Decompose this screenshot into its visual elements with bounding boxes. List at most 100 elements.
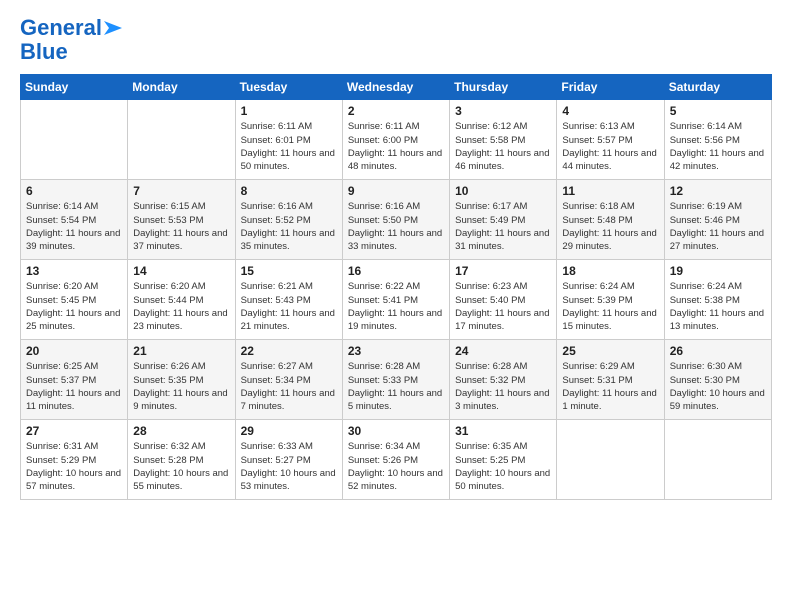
cell-content: Sunrise: 6:27 AM Sunset: 5:34 PM Dayligh… [241,360,337,413]
day-number: 17 [455,264,551,278]
week-row-2: 13 Sunrise: 6:20 AM Sunset: 5:45 PM Dayli… [21,260,772,340]
day-number: 15 [241,264,337,278]
calendar-cell: 2 Sunrise: 6:11 AM Sunset: 6:00 PM Daylig… [342,100,449,180]
cell-content: Sunrise: 6:15 AM Sunset: 5:53 PM Dayligh… [133,200,229,253]
cell-content: Sunrise: 6:20 AM Sunset: 5:44 PM Dayligh… [133,280,229,333]
cell-content: Sunrise: 6:32 AM Sunset: 5:28 PM Dayligh… [133,440,229,493]
day-number: 22 [241,344,337,358]
day-number: 3 [455,104,551,118]
day-number: 5 [670,104,766,118]
calendar-cell: 17Sunrise: 6:23 AM Sunset: 5:40 PM Dayli… [450,260,557,340]
day-number: 7 [133,184,229,198]
day-number: 20 [26,344,122,358]
calendar-cell: 14 Sunrise: 6:20 AM Sunset: 5:44 PM Dayli… [128,260,235,340]
calendar-cell: 3 Sunrise: 6:12 AM Sunset: 5:58 PM Daylig… [450,100,557,180]
day-number: 4 [562,104,658,118]
cell-content: Sunrise: 6:13 AM Sunset: 5:57 PM Dayligh… [562,120,658,173]
day-header-sunday: Sunday [21,75,128,100]
calendar-cell [664,420,771,500]
day-header-thursday: Thursday [450,75,557,100]
day-number: 29 [241,424,337,438]
day-number: 21 [133,344,229,358]
calendar-cell: 5 Sunrise: 6:14 AM Sunset: 5:56 PM Daylig… [664,100,771,180]
calendar-cell: 23 Sunrise: 6:28 AM Sunset: 5:33 PM Dayli… [342,340,449,420]
week-row-1: 6 Sunrise: 6:14 AM Sunset: 5:54 PM Daylig… [21,180,772,260]
day-number: 18 [562,264,658,278]
week-row-4: 27Sunrise: 6:31 AM Sunset: 5:29 PM Dayli… [21,420,772,500]
calendar-cell: 16Sunrise: 6:22 AM Sunset: 5:41 PM Dayli… [342,260,449,340]
calendar-cell: 7 Sunrise: 6:15 AM Sunset: 5:53 PM Daylig… [128,180,235,260]
day-number: 14 [133,264,229,278]
day-number: 23 [348,344,444,358]
day-number: 11 [562,184,658,198]
day-header-friday: Friday [557,75,664,100]
calendar-cell [21,100,128,180]
day-header-monday: Monday [128,75,235,100]
cell-content: Sunrise: 6:12 AM Sunset: 5:58 PM Dayligh… [455,120,551,173]
day-number: 10 [455,184,551,198]
week-row-3: 20 Sunrise: 6:25 AM Sunset: 5:37 PM Dayli… [21,340,772,420]
cell-content: Sunrise: 6:17 AM Sunset: 5:49 PM Dayligh… [455,200,551,253]
calendar-cell: 8 Sunrise: 6:16 AM Sunset: 5:52 PM Daylig… [235,180,342,260]
calendar-cell [128,100,235,180]
cell-content: Sunrise: 6:21 AM Sunset: 5:43 PM Dayligh… [241,280,337,333]
calendar-cell: 31 Sunrise: 6:35 AM Sunset: 5:25 PM Dayli… [450,420,557,500]
cell-content: Sunrise: 6:33 AM Sunset: 5:27 PM Dayligh… [241,440,337,493]
calendar-cell: 6 Sunrise: 6:14 AM Sunset: 5:54 PM Daylig… [21,180,128,260]
cell-content: Sunrise: 6:29 AM Sunset: 5:31 PM Dayligh… [562,360,658,413]
day-number: 31 [455,424,551,438]
page: General Blue SundayMondayTuesdayWednesda… [0,0,792,612]
calendar-cell: 25 Sunrise: 6:29 AM Sunset: 5:31 PM Dayli… [557,340,664,420]
calendar-cell: 30 Sunrise: 6:34 AM Sunset: 5:26 PM Dayli… [342,420,449,500]
week-row-0: 1 Sunrise: 6:11 AM Sunset: 6:01 PM Daylig… [21,100,772,180]
day-number: 2 [348,104,444,118]
cell-content: Sunrise: 6:24 AM Sunset: 5:39 PM Dayligh… [562,280,658,333]
calendar-cell: 22 Sunrise: 6:27 AM Sunset: 5:34 PM Dayli… [235,340,342,420]
cell-content: Sunrise: 6:30 AM Sunset: 5:30 PM Dayligh… [670,360,766,413]
calendar-cell: 13 Sunrise: 6:20 AM Sunset: 5:45 PM Dayli… [21,260,128,340]
day-number: 12 [670,184,766,198]
cell-content: Sunrise: 6:11 AM Sunset: 6:00 PM Dayligh… [348,120,444,173]
header: General Blue [20,16,772,64]
cell-content: Sunrise: 6:35 AM Sunset: 5:25 PM Dayligh… [455,440,551,493]
calendar-cell: 19 Sunrise: 6:24 AM Sunset: 5:38 PM Dayli… [664,260,771,340]
day-number: 19 [670,264,766,278]
logo-blue-text: Blue [20,40,68,64]
day-number: 6 [26,184,122,198]
calendar-cell: 27Sunrise: 6:31 AM Sunset: 5:29 PM Dayli… [21,420,128,500]
cell-content: Sunrise: 6:26 AM Sunset: 5:35 PM Dayligh… [133,360,229,413]
day-header-tuesday: Tuesday [235,75,342,100]
cell-content: Sunrise: 6:16 AM Sunset: 5:52 PM Dayligh… [241,200,337,253]
cell-content: Sunrise: 6:16 AM Sunset: 5:50 PM Dayligh… [348,200,444,253]
cell-content: Sunrise: 6:25 AM Sunset: 5:37 PM Dayligh… [26,360,122,413]
calendar-cell: 11 Sunrise: 6:18 AM Sunset: 5:48 PM Dayli… [557,180,664,260]
day-number: 25 [562,344,658,358]
cell-content: Sunrise: 6:14 AM Sunset: 5:54 PM Dayligh… [26,200,122,253]
day-number: 13 [26,264,122,278]
cell-content: Sunrise: 6:14 AM Sunset: 5:56 PM Dayligh… [670,120,766,173]
calendar-cell: 26Sunrise: 6:30 AM Sunset: 5:30 PM Dayli… [664,340,771,420]
calendar-cell: 4 Sunrise: 6:13 AM Sunset: 5:57 PM Daylig… [557,100,664,180]
cell-content: Sunrise: 6:22 AM Sunset: 5:41 PM Dayligh… [348,280,444,333]
cell-content: Sunrise: 6:24 AM Sunset: 5:38 PM Dayligh… [670,280,766,333]
day-number: 1 [241,104,337,118]
calendar-cell: 28 Sunrise: 6:32 AM Sunset: 5:28 PM Dayli… [128,420,235,500]
cell-content: Sunrise: 6:28 AM Sunset: 5:32 PM Dayligh… [455,360,551,413]
cell-content: Sunrise: 6:18 AM Sunset: 5:48 PM Dayligh… [562,200,658,253]
cell-content: Sunrise: 6:34 AM Sunset: 5:26 PM Dayligh… [348,440,444,493]
day-number: 28 [133,424,229,438]
header-row: SundayMondayTuesdayWednesdayThursdayFrid… [21,75,772,100]
day-number: 30 [348,424,444,438]
calendar-cell: 24Sunrise: 6:28 AM Sunset: 5:32 PM Dayli… [450,340,557,420]
calendar-cell: 21 Sunrise: 6:26 AM Sunset: 5:35 PM Dayli… [128,340,235,420]
cell-content: Sunrise: 6:20 AM Sunset: 5:45 PM Dayligh… [26,280,122,333]
cell-content: Sunrise: 6:28 AM Sunset: 5:33 PM Dayligh… [348,360,444,413]
calendar-table: SundayMondayTuesdayWednesdayThursdayFrid… [20,74,772,500]
calendar-cell: 1 Sunrise: 6:11 AM Sunset: 6:01 PM Daylig… [235,100,342,180]
calendar-cell: 12Sunrise: 6:19 AM Sunset: 5:46 PM Dayli… [664,180,771,260]
day-number: 8 [241,184,337,198]
logo-icon [104,21,122,35]
day-header-wednesday: Wednesday [342,75,449,100]
cell-content: Sunrise: 6:11 AM Sunset: 6:01 PM Dayligh… [241,120,337,173]
day-number: 9 [348,184,444,198]
